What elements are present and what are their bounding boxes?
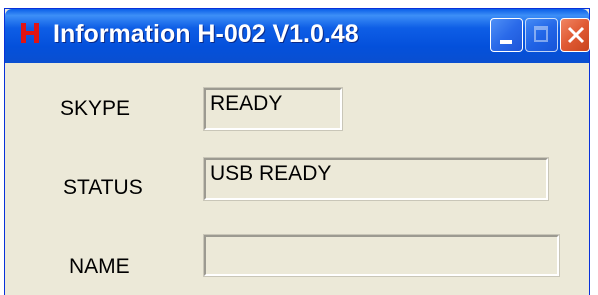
skype-label: SKYPE bbox=[60, 97, 131, 120]
minimize-icon bbox=[500, 40, 512, 44]
status-label: STATUS bbox=[63, 176, 143, 199]
name-field bbox=[203, 234, 560, 277]
skype-status-field: READY bbox=[203, 87, 343, 131]
maximize-icon bbox=[534, 26, 548, 42]
title-bar[interactable]: Information H-002 V1.0.48 bbox=[5, 9, 590, 63]
close-button[interactable] bbox=[560, 18, 590, 52]
minimize-button[interactable] bbox=[490, 18, 523, 52]
information-window: Information H-002 V1.0.48 SKYPE READY ST… bbox=[4, 8, 590, 295]
app-h-icon bbox=[21, 23, 39, 43]
status-field: USB READY bbox=[203, 157, 549, 201]
close-icon bbox=[567, 26, 585, 44]
name-label: NAME bbox=[69, 255, 130, 278]
window-title: Information H-002 V1.0.48 bbox=[53, 20, 359, 48]
maximize-button[interactable] bbox=[525, 18, 558, 52]
